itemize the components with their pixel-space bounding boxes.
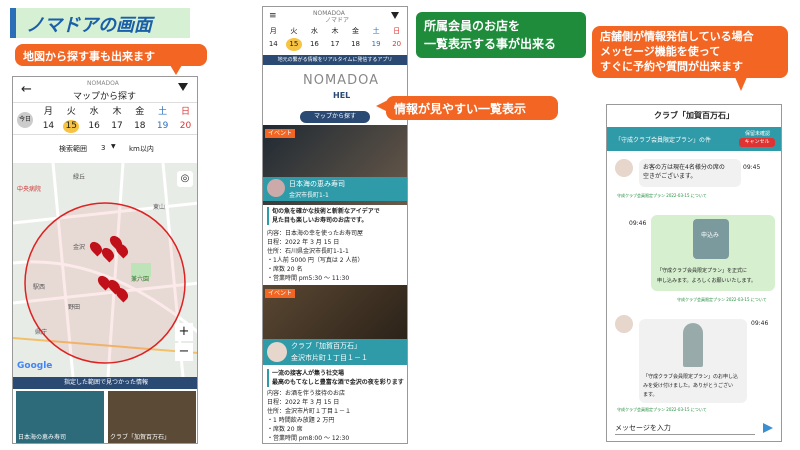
map-label: 東山 (153, 204, 166, 211)
message-bubble: お客の方は現在4名様分の席の 空きがございます。 (639, 159, 741, 187)
avatar (615, 315, 633, 333)
message-link[interactable]: 守成クラブ会員限定プラン 2022-03-15 について (677, 295, 781, 304)
hero-logo: NOMADOA (303, 73, 379, 88)
card-details: 内容：日本海の幸を使ったお寿司屋 日程：2022 年 3 月 15 日住所：石川県… (267, 230, 364, 282)
message-time: 09:45 (743, 164, 761, 171)
menu-icon[interactable]: ≡ (269, 11, 277, 21)
info-banner: 地元の繋がる情報をリアルタイムに発信するアプリ (263, 55, 407, 65)
card-desc: 旬の魚を確かな技術と斬新なアイデアで 見た目も楽しいお寿司のお店です。 (267, 207, 405, 225)
stamp-image (683, 323, 703, 367)
message-link[interactable]: 守成クラブ会員限定プラン 2022-03-15 について (617, 191, 777, 200)
phone-message-screen: クラブ「加賀百万石」 「守成クラブ会員限定プラン」の件 保留未確認 キャンセル … (606, 104, 782, 442)
map-view[interactable]: 中央病院 緑丘 兼六園 金沢 駅西 野田 県庁 東山 ◎ + − Google (13, 163, 197, 377)
message-time: 09:46 (629, 220, 647, 227)
app-logo: NOMADOA (87, 80, 119, 87)
phone-map-screen: ← NOMADOA マップから探す 今日 月火水木金土日 14 15 16 17 18 1… (12, 76, 198, 444)
range-select[interactable]: 3 (101, 144, 105, 152)
card-details: 内容：お酒を伴う接待のお店 日程：2022 年 3 月 15 日住所：金沢市片町１… (267, 390, 352, 442)
calendar-dates[interactable]: 14 15 16 17 18 19 20 (263, 38, 407, 51)
message-bubble: 「守成クラブ会員限定プラン」のお申し込 みを受け付けました。ありがとうござい ま… (639, 319, 747, 403)
status-label: 保留未確認 (745, 131, 771, 137)
filter-icon[interactable] (391, 12, 399, 19)
back-icon[interactable]: ← (21, 82, 32, 97)
avatar (615, 159, 633, 177)
phone-list-screen: ≡ NOMADOA ノマドア 月火水木金土日 14 15 16 17 18 19 20 地元… (262, 6, 408, 444)
today-badge: 今日 (17, 112, 33, 128)
message-time: 09:46 (751, 320, 769, 327)
map-label: 駅西 (33, 284, 46, 291)
plan-bar: 「守成クラブ会員限定プラン」の件 保留未確認 キャンセル (607, 127, 781, 151)
cancel-button[interactable]: キャンセル (739, 138, 775, 147)
map-search-button[interactable]: マップから探す (300, 111, 370, 123)
zoom-out-button[interactable]: − (175, 343, 193, 361)
slide-title: ノマドアの画面 (10, 8, 190, 38)
range-unit: km以内 (129, 145, 154, 153)
hero-sub: HEL (333, 91, 351, 100)
map-label: 金沢 (73, 244, 86, 251)
card-title-bar[interactable]: クラブ「加賀百万石」 金沢市片町１丁目１－１ (263, 339, 407, 365)
result-thumb[interactable]: 日本海の恵み寿司 (16, 391, 104, 443)
google-logo: Google (17, 361, 53, 371)
chat-title: クラブ「加賀百万石」 (654, 111, 734, 120)
message-input[interactable]: メッセージを入力 (615, 421, 755, 435)
callout-info: 情報が見やすい一覧表示 (386, 96, 558, 120)
card-image[interactable]: イベント (263, 285, 407, 345)
card-desc: 一流の接客人が集う社交場 最高のもてなしと豊富な酒で金沢の夜を彩ります (267, 369, 405, 387)
message-bubble-self: 申込み 「守成クラブ会員限定プラン」を正式に 申し込みます。よろしくお願いいたし… (651, 215, 775, 291)
calendar-days: 月火水木金土日 (269, 27, 401, 35)
avatar (267, 342, 287, 362)
callout-arrow (735, 77, 747, 91)
map-label: 兼六園 (131, 276, 150, 283)
page-title: マップから探す (73, 92, 137, 102)
callout-arrow (170, 65, 182, 75)
chevron-down-icon[interactable]: ▼ (111, 143, 116, 150)
map-label: 県庁 (35, 329, 48, 336)
callout-message: 店舗側が情報発信している場合 メッセージ機能を使って すぐに予約や質問が出来ます (592, 26, 788, 78)
event-tag: イベント (265, 129, 296, 138)
locate-icon[interactable]: ◎ (177, 171, 193, 187)
map-label: 緑丘 (73, 174, 86, 181)
callout-map: 地図から探す事も出来ます (15, 44, 207, 66)
calendar-dates[interactable]: 14 15 16 17 18 19 20 (37, 120, 197, 133)
range-label: 検索範囲 (59, 145, 87, 153)
callout-list: 所属会員のお店を 一覧表示する事が出来る (416, 12, 586, 58)
card-title-bar[interactable]: 日本海の恵み寿司 金沢市長町1-1 (263, 177, 407, 201)
stamp-image: 申込み (693, 219, 729, 259)
map-label: 中央病院 (17, 186, 42, 193)
message-link[interactable]: 守成クラブ会員限定プラン 2022-03-15 について (617, 405, 777, 414)
avatar (267, 179, 285, 197)
calendar-days: 月火水木金土日 (43, 107, 190, 117)
result-bar: 指定した範囲で見つかった情報 (13, 377, 197, 389)
map-label: 野田 (68, 304, 81, 311)
result-thumb[interactable]: クラブ「加賀百万石」 (108, 391, 196, 443)
filter-icon[interactable] (178, 83, 188, 91)
zoom-in-button[interactable]: + (175, 323, 193, 341)
event-tag: イベント (265, 289, 296, 298)
send-icon[interactable] (763, 423, 773, 433)
callout-arrow (376, 100, 388, 112)
